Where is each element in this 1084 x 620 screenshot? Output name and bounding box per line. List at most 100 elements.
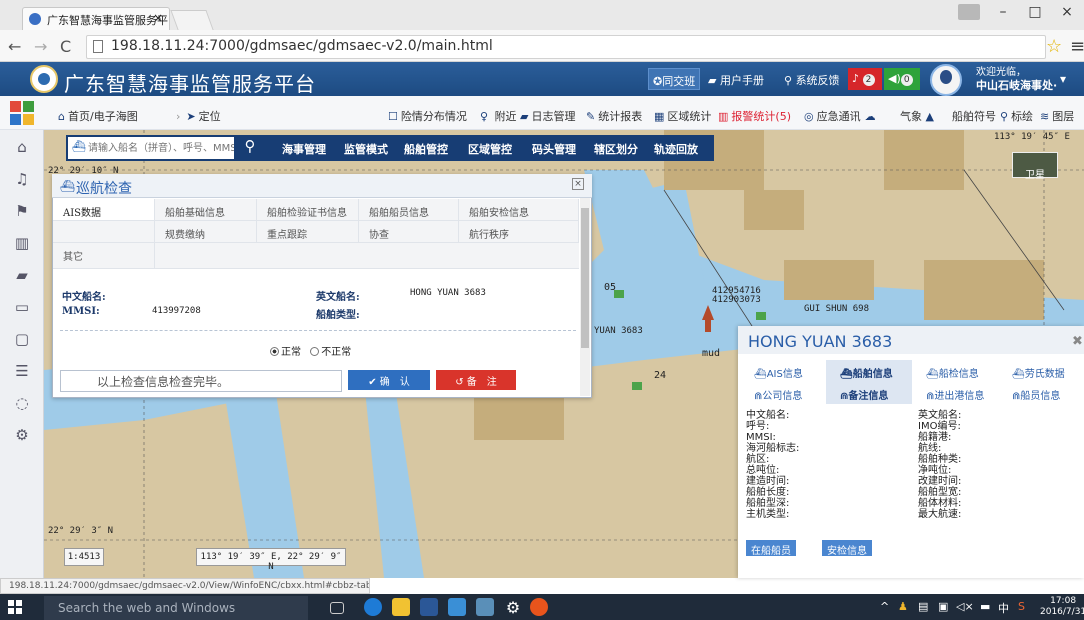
mark-button[interactable]: ⚲ 标绘: [1000, 108, 1033, 124]
radio-normal[interactable]: 正常: [270, 347, 301, 358]
user-avatar[interactable]: [930, 64, 962, 96]
tab-company-info[interactable]: ⋒公司信息: [740, 382, 826, 404]
tab-fee-payment[interactable]: 规费缴纳: [155, 221, 257, 243]
menu-ship-control[interactable]: 船舶管控: [404, 141, 448, 157]
app-icon[interactable]: [476, 598, 494, 616]
chat-icon[interactable]: ◌: [12, 394, 32, 412]
browser-app-icon[interactable]: [530, 598, 548, 616]
taskbar-clock[interactable]: 17:08 2016/7/31: [1040, 596, 1084, 618]
log-management-button[interactable]: ▰ 日志管理: [520, 108, 575, 124]
tab-ais-data[interactable]: AIS数据: [53, 199, 155, 221]
minimize-button[interactable]: –: [988, 4, 1018, 20]
tray-chevron-icon[interactable]: ^: [880, 600, 889, 613]
menu-track-playback[interactable]: 轨迹回放: [654, 141, 698, 157]
tab-ship-safety[interactable]: 船舶安检信息: [459, 199, 579, 221]
danger-distribution-toggle[interactable]: ☐ 险情分布情况: [388, 108, 467, 124]
tab-close-icon[interactable]: ×: [153, 11, 163, 25]
home-icon[interactable]: ⌂: [12, 138, 32, 156]
notification-bell-button[interactable]: ♪ 2: [848, 68, 882, 90]
windows-start-icon[interactable]: [8, 600, 22, 614]
close-window-button[interactable]: ×: [1052, 4, 1082, 20]
app-grid-icon[interactable]: [10, 101, 34, 125]
browser-menu-icon[interactable]: ≡: [1070, 36, 1084, 57]
word-icon[interactable]: [420, 598, 438, 616]
menu-maritime-management[interactable]: 海事管理: [282, 141, 326, 157]
tab-ship-info[interactable]: ⛴船舶信息: [826, 360, 912, 382]
menu-dock-management[interactable]: 码头管理: [532, 141, 576, 157]
close-icon[interactable]: ✖: [1072, 334, 1083, 349]
app-icon[interactable]: [448, 598, 466, 616]
task-view-icon[interactable]: [330, 602, 344, 614]
emergency-comm-button[interactable]: ◎ 应急通讯 ☁: [804, 108, 879, 124]
tray-s-icon[interactable]: S: [1018, 600, 1025, 613]
search-button[interactable]: ⚲: [236, 137, 264, 159]
remark-button[interactable]: ↺ 备 注: [436, 370, 516, 390]
tab-ship-crew[interactable]: 船舶船员信息: [359, 199, 459, 221]
forward-arrow-icon[interactable]: →: [34, 37, 47, 56]
patrol-scrollbar[interactable]: [580, 198, 590, 396]
tab-key-tracking[interactable]: 重点跟踪: [257, 221, 359, 243]
tab-remark-info[interactable]: ⋒备注信息: [826, 382, 912, 404]
edge-browser-icon[interactable]: [364, 598, 382, 616]
notebook-icon[interactable]: ▰: [12, 266, 32, 284]
tab-ais-info[interactable]: ⛴AIS信息: [740, 360, 826, 382]
stats-report-button[interactable]: ✎ 统计报表: [586, 108, 642, 124]
maximize-button[interactable]: □: [1020, 4, 1050, 20]
settings-icon[interactable]: ⚙: [12, 426, 32, 444]
tab-crew-info[interactable]: ⋒船员信息: [998, 382, 1084, 404]
monitor-icon[interactable]: ▢: [12, 330, 32, 348]
ship-symbol-button[interactable]: 船舶符号: [952, 108, 996, 124]
alarm-stats-button[interactable]: ▥ 报警统计(5): [718, 108, 791, 124]
nearby-button[interactable]: ♀ 附近: [480, 108, 517, 124]
network-icon[interactable]: ▣: [938, 600, 948, 613]
weather-button[interactable]: 气象 ▲: [900, 108, 937, 124]
close-icon[interactable]: ×: [572, 178, 584, 190]
bell-icon[interactable]: ♫: [12, 170, 32, 188]
tray-chat-icon[interactable]: ▤: [918, 600, 928, 613]
sound-toggle-button[interactable]: ◀) 0: [884, 68, 920, 90]
feedback-button[interactable]: ⚲ 系统反馈: [780, 68, 842, 90]
scrollbar-thumb[interactable]: [581, 208, 589, 348]
file-explorer-icon[interactable]: [392, 598, 410, 616]
taskbar-search-field[interactable]: Search the web and Windows: [44, 596, 308, 620]
ship-search-input[interactable]: [68, 137, 234, 159]
satellite-toggle-button[interactable]: 卫星: [1012, 152, 1058, 181]
safety-check-button[interactable]: 安检信息: [822, 540, 872, 557]
folder-icon[interactable]: ▭: [12, 298, 32, 316]
confirm-button[interactable]: ✔ 确 认: [348, 370, 430, 390]
tab-port-entry-info[interactable]: ⋒进出港信息: [912, 382, 998, 404]
region-stats-button[interactable]: ▦ 区域统计: [654, 108, 711, 124]
reload-icon[interactable]: C: [60, 37, 71, 56]
user-manual-button[interactable]: ▰ 用户手册: [704, 68, 776, 90]
browser-tab[interactable]: 广东智慧海事监管服务平 ×: [22, 7, 170, 30]
tray-person-icon[interactable]: ♟: [898, 600, 908, 613]
back-arrow-icon[interactable]: ←: [8, 37, 21, 56]
user-dropdown-icon[interactable]: ▾: [1060, 72, 1066, 86]
tab-navigation-order[interactable]: 航行秩序: [459, 221, 579, 243]
browser-profile-icon[interactable]: [958, 4, 980, 20]
list-icon[interactable]: ☰: [12, 362, 32, 380]
url-field[interactable]: 198.18.11.24:7000/gdmsaec/gdmsaec-v2.0/m…: [86, 35, 1046, 59]
home-chart-link[interactable]: ⌂ 首页/电子海图: [58, 108, 138, 124]
settings-gear-icon[interactable]: ⚙: [504, 598, 522, 617]
menu-area-control[interactable]: 区域管控: [468, 141, 512, 157]
tab-ship-certificate[interactable]: 船舶检验证书信息: [257, 199, 359, 221]
menu-jurisdiction[interactable]: 辖区划分: [594, 141, 638, 157]
inspection-note-field[interactable]: 以上检查信息检查完毕。: [60, 370, 342, 392]
tab-lloyds-data[interactable]: ⛴劳氏数据: [998, 360, 1084, 382]
flag-icon[interactable]: ⚑: [12, 202, 32, 220]
bookmark-star-icon[interactable]: ☆: [1046, 36, 1062, 57]
ime-indicator[interactable]: 中: [998, 600, 1009, 616]
volume-icon[interactable]: ◁×: [956, 600, 974, 613]
menu-supervision-mode[interactable]: 监管模式: [344, 141, 388, 157]
tab-ship-inspection[interactable]: ⛴船检信息: [912, 360, 998, 382]
layer-button[interactable]: ≋ 图层: [1040, 108, 1074, 124]
tab-ship-basic[interactable]: 船舶基础信息: [155, 199, 257, 221]
onboard-crew-button[interactable]: 在船船员: [746, 540, 796, 557]
shift-handover-button[interactable]: ✪同交班: [648, 68, 700, 90]
locate-link[interactable]: › ➤ 定位: [176, 108, 221, 124]
new-tab-button[interactable]: [170, 10, 214, 30]
tab-assist-check[interactable]: 协查: [359, 221, 459, 243]
input-icon[interactable]: ▬: [980, 600, 990, 613]
tab-other[interactable]: 其它: [53, 243, 155, 269]
